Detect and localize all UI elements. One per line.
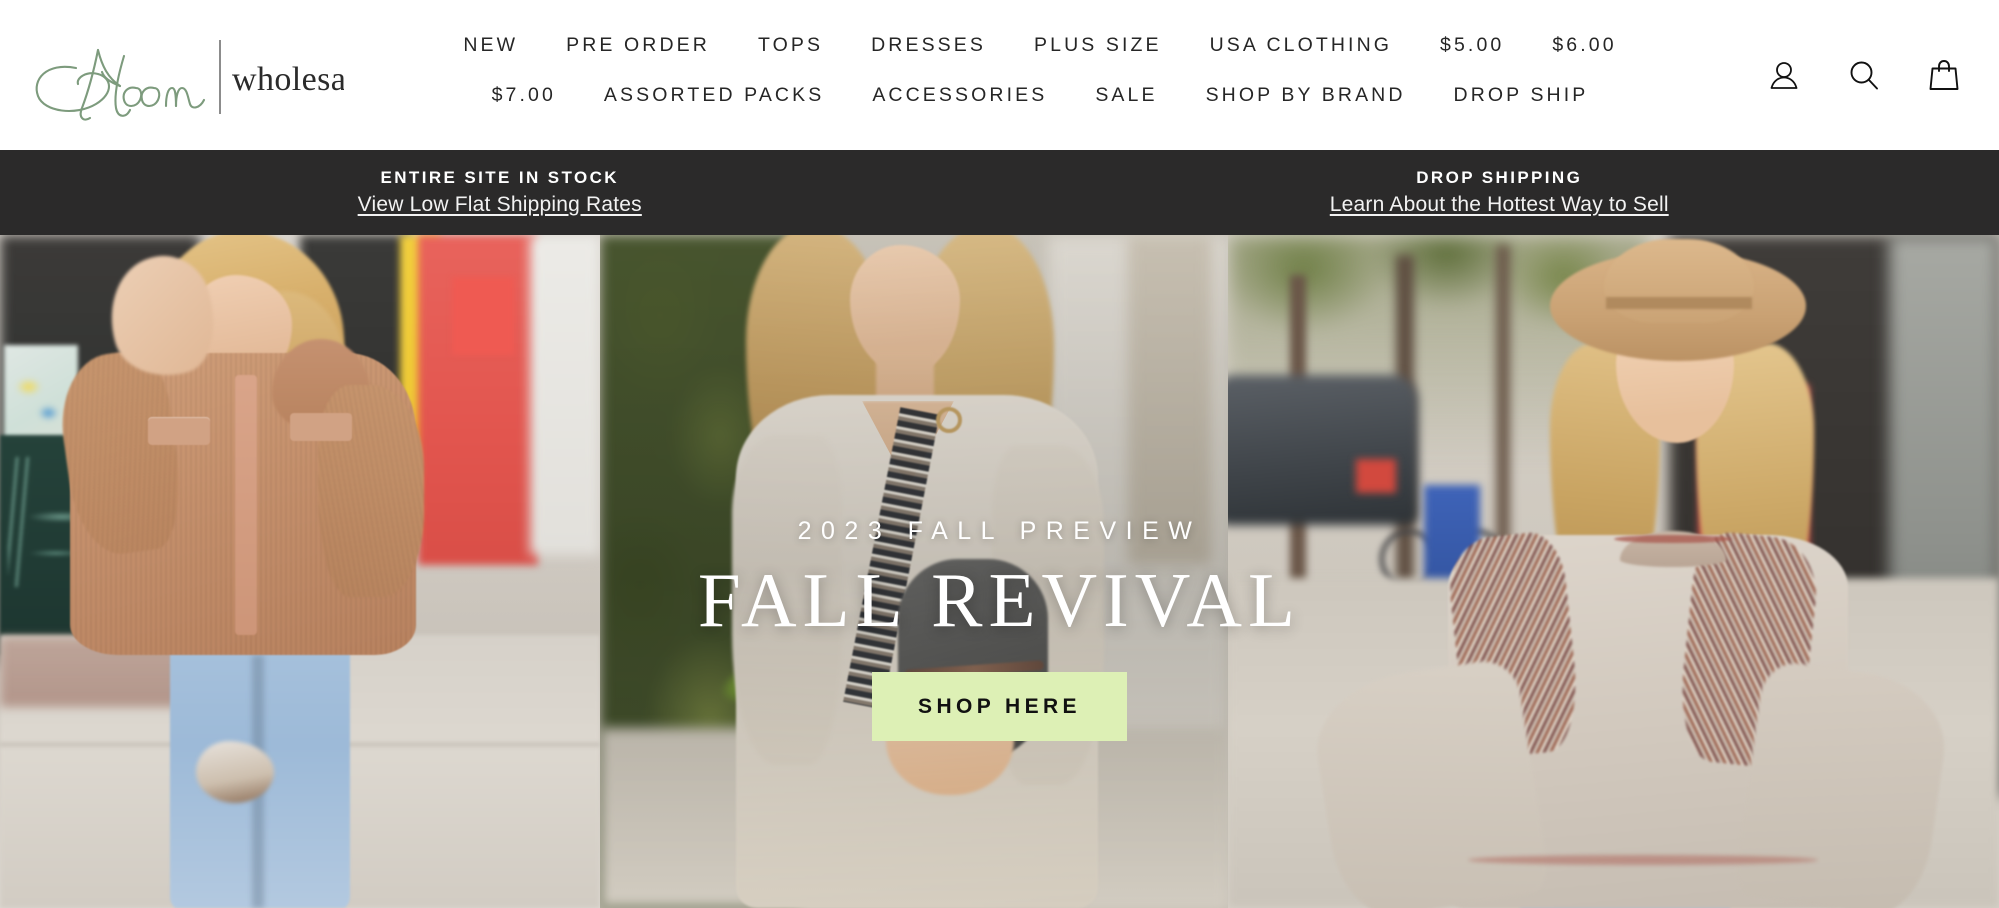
cart-button[interactable] bbox=[1921, 52, 1967, 98]
nav-item-accessories[interactable]: ACCESSORIES bbox=[848, 76, 1071, 116]
header-utility-icons bbox=[1761, 0, 1967, 150]
account-button[interactable] bbox=[1761, 52, 1807, 98]
nav-item-plus-size[interactable]: PLUS SIZE bbox=[1010, 26, 1186, 66]
main-navigation: NEW PRE ORDER TOPS DRESSES PLUS SIZE USA… bbox=[380, 26, 1700, 115]
site-logo[interactable]: wholesale bbox=[24, 22, 344, 126]
nav-item-pre-order[interactable]: PRE ORDER bbox=[542, 26, 734, 66]
nav-item-shop-by-brand[interactable]: SHOP BY BRAND bbox=[1182, 76, 1430, 116]
shop-here-button[interactable]: SHOP HERE bbox=[872, 672, 1127, 741]
announcement-bar: ENTIRE SITE IN STOCK View Low Flat Shipp… bbox=[0, 150, 1999, 235]
account-icon bbox=[1770, 62, 1798, 89]
announcement-left-title: ENTIRE SITE IN STOCK bbox=[380, 167, 619, 187]
hero-banner: 2023 FALL PREVIEW FALL REVIVAL SHOP HERE bbox=[0, 235, 1999, 908]
nav-item-7-dollar[interactable]: $7.00 bbox=[468, 76, 580, 116]
announcement-right[interactable]: DROP SHIPPING Learn About the Hottest Wa… bbox=[1000, 168, 1999, 218]
announcement-left-link[interactable]: View Low Flat Shipping Rates bbox=[358, 192, 642, 217]
nav-item-dresses[interactable]: DRESSES bbox=[847, 26, 1010, 66]
nav-item-assorted-packs[interactable]: ASSORTED PACKS bbox=[580, 76, 848, 116]
svg-text:wholesale: wholesale bbox=[232, 61, 344, 98]
search-button[interactable] bbox=[1841, 52, 1887, 98]
bloom-wholesale-logo-mark: wholesale bbox=[35, 40, 344, 121]
nav-item-new[interactable]: NEW bbox=[439, 26, 542, 66]
nav-row-secondary: $7.00 ASSORTED PACKS ACCESSORIES SALE SH… bbox=[468, 76, 1613, 116]
announcement-left[interactable]: ENTIRE SITE IN STOCK View Low Flat Shipp… bbox=[0, 168, 1000, 218]
announcement-right-link[interactable]: Learn About the Hottest Way to Sell bbox=[1330, 192, 1669, 217]
hero-panel-center[interactable] bbox=[600, 235, 1228, 908]
nav-item-5-dollar[interactable]: $5.00 bbox=[1416, 26, 1528, 66]
cart-icon bbox=[1929, 60, 1959, 90]
nav-item-sale[interactable]: SALE bbox=[1071, 76, 1181, 116]
nav-item-usa-clothing[interactable]: USA CLOTHING bbox=[1186, 26, 1416, 66]
nav-item-tops[interactable]: TOPS bbox=[734, 26, 847, 66]
nav-row-primary: NEW PRE ORDER TOPS DRESSES PLUS SIZE USA… bbox=[439, 26, 1640, 66]
nav-item-6-dollar[interactable]: $6.00 bbox=[1528, 26, 1640, 66]
hero-panel-right[interactable] bbox=[1228, 235, 1999, 908]
hero-panel-left[interactable] bbox=[0, 235, 600, 908]
nav-item-drop-ship[interactable]: DROP SHIP bbox=[1430, 76, 1613, 116]
search-icon bbox=[1850, 61, 1878, 90]
site-header: wholesale NEW PRE ORDER TOPS DRESSES PLU… bbox=[0, 0, 1999, 150]
announcement-right-title: DROP SHIPPING bbox=[1416, 167, 1583, 187]
